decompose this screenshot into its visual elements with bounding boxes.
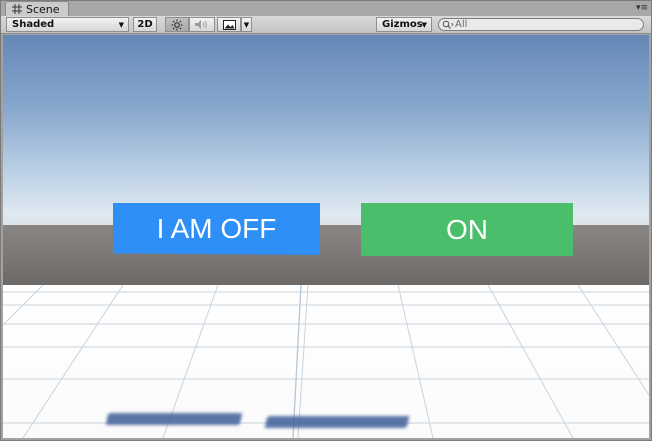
on-button[interactable]: ON [361,203,573,256]
search-field[interactable] [438,18,644,31]
tab-bar: Scene ▾≡ [0,0,652,17]
off-button[interactable]: I AM OFF [113,203,320,255]
sun-icon [171,19,183,30]
2d-label: 2D [137,19,153,30]
search-icon [442,20,454,29]
shading-mode-dropdown[interactable]: Shaded ▼ [6,17,129,32]
scene-toolbar: Shaded ▼ 2D ▼ Gizmos ▼ All [0,16,652,34]
gizmos-dropdown[interactable]: Gizmos ▼ [376,17,432,32]
grid-icon [12,4,22,14]
on-button-label: ON [446,213,488,245]
chevron-down-icon: ▼ [421,20,427,29]
chevron-down-icon: ▼ [243,20,250,29]
button-shadow [105,413,243,425]
shading-mode-label: Shaded [12,19,55,30]
off-button-label: I AM OFF [156,213,277,244]
tab-title: Scene [26,2,60,16]
effects-dropdown-button[interactable]: ▼ [241,17,252,32]
button-shadow [264,416,410,428]
scene-window: Scene ▾≡ Shaded ▼ 2D ▼ Gizmos ▼ All I AM… [0,0,652,441]
search-input[interactable] [454,19,625,30]
panel-menu-icon[interactable]: ▾≡ [636,3,648,13]
image-icon [222,19,236,30]
2d-toggle-button[interactable]: 2D [133,17,157,32]
lighting-toggle-button[interactable] [165,17,189,32]
tab-scene[interactable]: Scene [5,1,69,16]
speaker-icon [195,20,207,29]
effects-toggle-button[interactable] [217,17,241,32]
gizmos-label: Gizmos [382,19,423,30]
chevron-down-icon: ▼ [118,20,124,29]
audio-toggle-button[interactable] [189,17,215,32]
scene-viewport[interactable]: I AM OFF ON [3,35,649,438]
